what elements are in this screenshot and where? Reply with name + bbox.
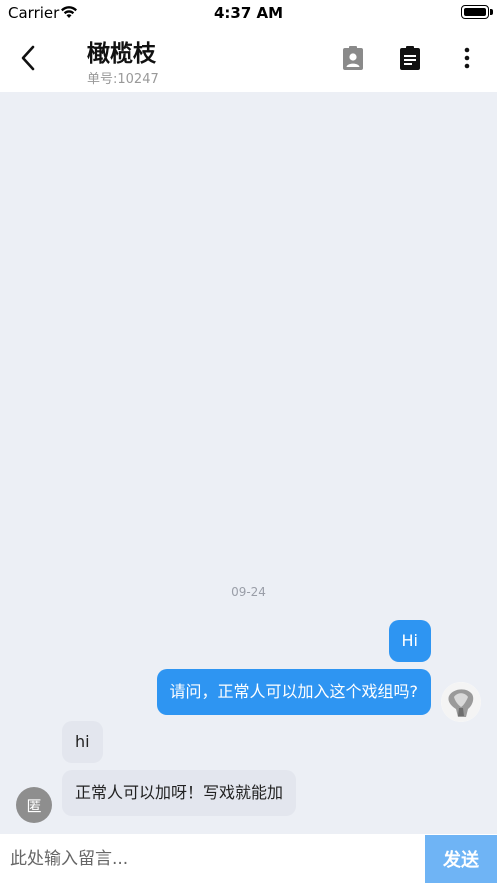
message-bubble-incoming[interactable]: 正常人可以加呀！写戏就能加	[62, 770, 297, 816]
clipboard-icon	[400, 46, 420, 70]
page-title: 橄榄枝	[87, 41, 156, 67]
back-button[interactable]	[12, 40, 44, 76]
status-time: 4:37 AM	[213, 4, 284, 22]
message-input[interactable]	[0, 834, 424, 883]
chat-header: 橄榄枝 单号:10247	[0, 26, 497, 92]
agent-avatar[interactable]: 匿	[16, 787, 52, 823]
clipboard-button[interactable]	[395, 42, 425, 74]
battery-icon	[461, 5, 493, 19]
status-bar: Carrier 4:37 AM	[0, 0, 497, 26]
message-bubble-incoming[interactable]: hi	[62, 721, 103, 763]
order-number: 单号:10247	[87, 72, 159, 87]
user-avatar[interactable]	[441, 682, 481, 722]
chat-message-area[interactable]: 09-24 Hi 请问，正常人可以加入这个戏组吗? hi 正常人可以加呀！写戏就…	[0, 92, 497, 834]
send-button[interactable]: 发送	[425, 835, 497, 883]
back-chevron-icon	[21, 45, 35, 71]
message-bubble-outgoing[interactable]: Hi	[388, 620, 431, 662]
contact-card-icon	[343, 46, 363, 70]
more-options-button[interactable]	[452, 42, 482, 74]
message-bubble-outgoing[interactable]: 请问，正常人可以加入这个戏组吗?	[156, 669, 431, 715]
date-separator: 09-24	[231, 585, 266, 599]
message-composer: 发送	[0, 834, 497, 883]
contact-card-button[interactable]	[338, 42, 368, 74]
more-vertical-icon	[464, 47, 470, 69]
